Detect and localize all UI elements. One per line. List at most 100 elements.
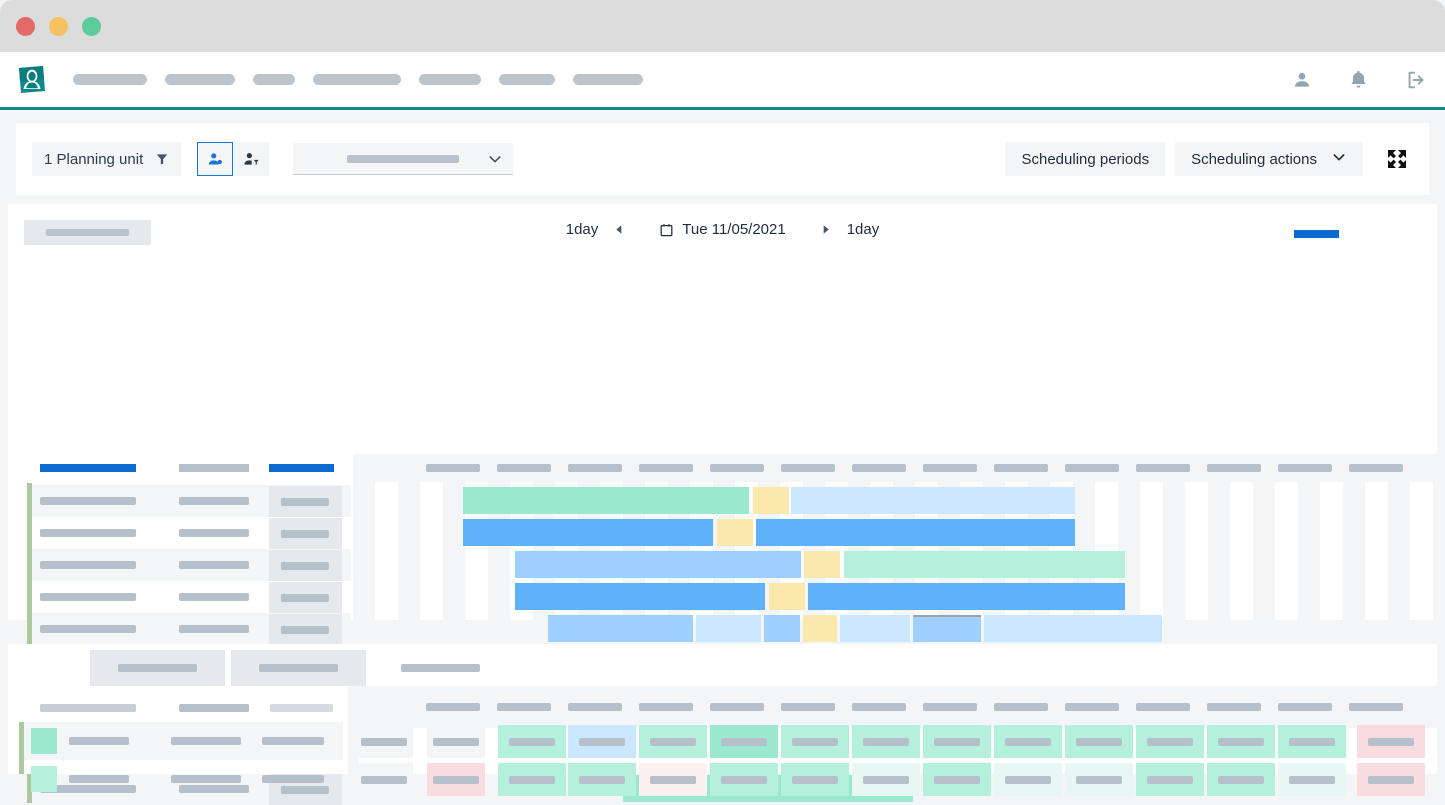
bottom-table-cell[interactable] xyxy=(498,763,566,796)
resource-select-dropdown[interactable] xyxy=(293,143,514,175)
bottom-table-cell[interactable] xyxy=(1136,763,1204,796)
bottom-table-cell[interactable] xyxy=(1065,725,1133,758)
gantt-bar-segment[interactable] xyxy=(548,615,693,642)
gantt-bar-segment[interactable] xyxy=(515,551,801,578)
gantt-bar-segment[interactable] xyxy=(840,615,910,642)
triangle-right-icon[interactable] xyxy=(814,224,837,235)
cell-value-label xyxy=(650,737,696,746)
row-color-swatch xyxy=(31,728,57,754)
nav-item-4[interactable] xyxy=(313,74,401,85)
minimize-window-button[interactable] xyxy=(49,17,68,36)
resource-status-chip[interactable] xyxy=(269,582,342,613)
bottom-table-cell[interactable] xyxy=(781,725,849,758)
bottom-timeline-column-label xyxy=(923,703,977,711)
gantt-bar-segment[interactable] xyxy=(515,583,765,610)
bottom-table-cell[interactable] xyxy=(355,725,413,758)
gantt-left-header-1[interactable] xyxy=(40,464,136,472)
scheduling-periods-button[interactable]: Scheduling periods xyxy=(1005,142,1166,176)
triangle-left-icon[interactable] xyxy=(608,224,631,235)
gantt-bar-segment[interactable] xyxy=(463,519,713,546)
bottom-table-cell[interactable] xyxy=(498,725,566,758)
cell-value-label xyxy=(1005,775,1051,784)
bottom-tab-3[interactable] xyxy=(231,650,366,686)
bottom-tab-1[interactable] xyxy=(22,650,84,686)
bottom-left-header-1[interactable] xyxy=(40,704,136,712)
gantt-bar-segment[interactable] xyxy=(756,519,1075,546)
prev-step-label[interactable]: 1day xyxy=(556,221,609,238)
bottom-table-cell[interactable] xyxy=(1357,725,1425,758)
bottom-tab-4[interactable] xyxy=(373,650,508,686)
resource-status-chip[interactable] xyxy=(269,550,342,581)
bottom-table-cell[interactable] xyxy=(427,725,485,758)
gantt-bar-segment[interactable] xyxy=(463,487,749,514)
resource-status-chip[interactable] xyxy=(269,518,342,549)
gantt-gutter-top xyxy=(356,454,367,482)
bottom-table-cell[interactable] xyxy=(427,763,485,796)
brand-logo-icon[interactable] xyxy=(16,64,48,96)
bottom-table-cell[interactable] xyxy=(852,763,920,796)
bottom-table-cell[interactable] xyxy=(994,725,1062,758)
bottom-table-cell[interactable] xyxy=(852,725,920,758)
expand-fullscreen-button[interactable] xyxy=(1385,147,1409,171)
bottom-table-cell[interactable] xyxy=(568,725,636,758)
user-icon[interactable] xyxy=(1292,70,1312,90)
gantt-bar-segment[interactable] xyxy=(753,487,789,514)
bottom-table-cell[interactable] xyxy=(923,725,991,758)
bottom-table-cell[interactable] xyxy=(1065,763,1133,796)
logout-icon[interactable] xyxy=(1405,69,1427,91)
nav-item-1[interactable] xyxy=(73,74,147,85)
bottom-table-cell[interactable] xyxy=(710,725,778,758)
bottom-table-cell[interactable] xyxy=(1278,763,1346,796)
bottom-table-cell[interactable] xyxy=(1207,763,1275,796)
gantt-active-view-indicator[interactable] xyxy=(1294,230,1339,238)
status-chip-label xyxy=(281,530,329,538)
gantt-bar-segment[interactable] xyxy=(764,615,800,642)
gantt-bar-segment[interactable] xyxy=(984,615,1162,642)
bottom-table-cell[interactable] xyxy=(923,763,991,796)
scheduling-actions-dropdown[interactable]: Scheduling actions xyxy=(1175,142,1363,176)
planning-unit-filter[interactable]: 1 Planning unit xyxy=(32,142,182,176)
resource-status-chip[interactable] xyxy=(269,614,342,645)
bottom-table-cell[interactable] xyxy=(1278,725,1346,758)
gantt-bar-segment[interactable] xyxy=(804,551,840,578)
current-date-box[interactable]: Tue 11/05/2021 xyxy=(631,221,813,238)
cell-value-label xyxy=(509,775,555,784)
close-window-button[interactable] xyxy=(16,17,35,36)
gantt-bar-segment[interactable] xyxy=(808,583,1125,610)
gantt-bar-segment[interactable] xyxy=(696,615,761,642)
bottom-table-cell[interactable] xyxy=(1136,725,1204,758)
gantt-left-header-2[interactable] xyxy=(179,464,249,472)
bottom-table-cell[interactable] xyxy=(639,725,707,758)
gantt-bar-segment[interactable] xyxy=(769,583,805,610)
filter-resources-button[interactable] xyxy=(233,142,270,176)
assigned-resources-button[interactable] xyxy=(197,142,234,176)
bottom-table-cell[interactable] xyxy=(994,763,1062,796)
gantt-left-header-3[interactable] xyxy=(269,464,334,472)
bottom-table-cell[interactable] xyxy=(568,763,636,796)
nav-item-6[interactable] xyxy=(499,74,555,85)
bottom-table-cell[interactable] xyxy=(355,763,413,796)
nav-item-3[interactable] xyxy=(253,74,295,85)
gantt-bar-segment[interactable] xyxy=(717,519,753,546)
nav-item-7[interactable] xyxy=(573,74,643,85)
gantt-bar-segment[interactable] xyxy=(844,551,1125,578)
cell-value-label xyxy=(1289,737,1335,746)
bottom-table-cell[interactable] xyxy=(781,763,849,796)
bottom-left-header-2[interactable] xyxy=(179,704,249,712)
nav-item-5[interactable] xyxy=(419,74,481,85)
bottom-table-cell[interactable] xyxy=(1207,725,1275,758)
gantt-bar-segment[interactable] xyxy=(913,615,981,642)
bottom-tab-2[interactable] xyxy=(90,650,225,686)
bell-icon[interactable] xyxy=(1348,69,1369,90)
bottom-left-header-3[interactable] xyxy=(270,704,333,712)
bottom-table-cell[interactable] xyxy=(710,763,778,796)
nav-item-2[interactable] xyxy=(165,74,235,85)
bottom-tab-label xyxy=(401,664,480,672)
bottom-table-cell[interactable] xyxy=(1357,763,1425,796)
maximize-window-button[interactable] xyxy=(82,17,101,36)
gantt-bar-segment[interactable] xyxy=(803,615,837,642)
bottom-table-cell[interactable] xyxy=(639,763,707,796)
resource-status-chip[interactable] xyxy=(269,486,342,517)
next-step-label[interactable]: 1day xyxy=(837,221,890,238)
gantt-bar-segment[interactable] xyxy=(791,487,1075,514)
